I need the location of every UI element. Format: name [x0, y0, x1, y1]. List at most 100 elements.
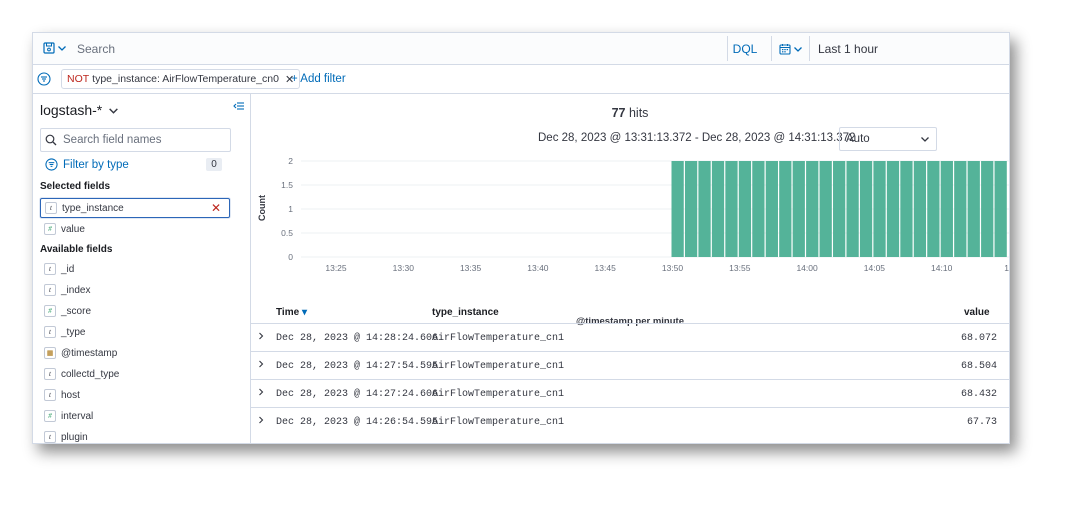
histogram-bar[interactable] [779, 161, 792, 257]
histogram-bar[interactable] [886, 161, 900, 257]
date-range-display[interactable]: Last 1 hour [809, 36, 1009, 61]
histogram-bar[interactable] [792, 161, 805, 257]
chevron-right-icon[interactable] [257, 388, 265, 396]
histogram-bar[interactable] [859, 161, 873, 257]
available-field-collectd-type[interactable]: t collectd_type [40, 365, 228, 383]
histogram-bar[interactable] [981, 161, 994, 257]
histogram-bar[interactable] [873, 161, 886, 257]
chevron-right-icon[interactable] [257, 360, 265, 368]
histogram-bar[interactable] [752, 161, 765, 257]
histogram-bar[interactable] [806, 161, 819, 257]
x-tick-label: 13:30 [393, 263, 415, 273]
chevron-right-icon[interactable] [257, 416, 265, 424]
calendar-icon [779, 43, 791, 55]
filter-count-badge: 0 [206, 158, 222, 171]
cell-type-instance: AirFlowTemperature_cn1 [432, 417, 565, 428]
available-fields-title: Available fields [40, 244, 113, 255]
cell-time: Dec 28, 2023 @ 14:28:24.606 [276, 333, 439, 344]
date-picker-button[interactable] [771, 36, 810, 61]
filter-icon[interactable] [37, 72, 51, 86]
hits-counter: 77 hits [251, 106, 1009, 120]
string-type-icon: t [45, 202, 57, 214]
add-filter-button[interactable]: + Add filter [291, 73, 346, 85]
filter-pill[interactable]: NOT type_instance: AirFlowTemperature_cn… [61, 69, 301, 89]
save-icon [43, 42, 55, 54]
histogram-bar[interactable] [833, 161, 846, 257]
histogram-bar[interactable] [954, 161, 967, 257]
histogram-bar[interactable] [698, 161, 711, 257]
string-type-icon: t [44, 389, 56, 401]
available-field-timestamp[interactable]: ▦ @timestamp [40, 344, 228, 362]
field-search-box [40, 128, 231, 152]
available-field-id[interactable]: t _id [40, 260, 228, 278]
available-field-plugin[interactable]: t plugin [40, 428, 228, 443]
cell-value: 68.432 [960, 389, 997, 400]
chevron-down-icon [109, 107, 119, 114]
histogram-bar[interactable] [994, 161, 1007, 257]
string-type-icon: t [44, 431, 56, 443]
histogram-bar[interactable] [819, 161, 832, 257]
index-pattern-selector[interactable]: logstash-* [40, 102, 119, 118]
cell-time: Dec 28, 2023 @ 14:26:54.595 [276, 417, 439, 428]
histogram-bar[interactable] [684, 161, 698, 257]
x-tick-label: 14:10 [931, 263, 953, 273]
available-field-index[interactable]: t _index [40, 281, 228, 299]
x-tick-label: 13:40 [527, 263, 549, 273]
histogram-bar[interactable] [725, 161, 738, 257]
y-axis-label: Count [257, 195, 267, 221]
table-row[interactable]: Dec 28, 2023 @ 14:27:54.595 AirFlowTempe… [251, 351, 1009, 380]
table-row[interactable]: Dec 28, 2023 @ 14:27:24.606 AirFlowTempe… [251, 379, 1009, 408]
histogram-bar[interactable] [940, 161, 953, 257]
field-search-input[interactable] [61, 133, 225, 147]
field-name: _type [61, 326, 86, 338]
number-type-icon: # [44, 410, 56, 422]
filter-by-type-label: Filter by type [63, 158, 129, 171]
hits-count: 77 [611, 106, 626, 120]
saved-query-button[interactable] [39, 38, 71, 58]
histogram-bar[interactable] [765, 161, 778, 257]
cell-value: 68.504 [960, 361, 997, 372]
discover-window: DQL Last 1 hour NOT type_instance: AirFl… [32, 32, 1010, 444]
chevron-right-icon[interactable] [257, 332, 265, 340]
available-field-type[interactable]: t _type [40, 323, 228, 341]
field-sidebar: logstash-* Filter by type 0 Selected fie… [33, 94, 251, 443]
y-tick-label: 1 [288, 204, 293, 214]
column-header-value[interactable]: value [964, 307, 990, 318]
column-header-type-instance[interactable]: type_instance [432, 307, 499, 318]
filter-pill-text: type_instance: AirFlowTemperature_cn0 [92, 73, 279, 85]
cell-type-instance: AirFlowTemperature_cn1 [432, 333, 565, 344]
available-field-host[interactable]: t host [40, 386, 228, 404]
table-row[interactable]: Dec 28, 2023 @ 14:26:54.595 AirFlowTempe… [251, 407, 1009, 436]
x-tick-label: 13:45 [595, 263, 617, 273]
cell-type-instance: AirFlowTemperature_cn1 [432, 361, 565, 372]
x-tick-label: 14:05 [864, 263, 886, 273]
y-tick-label: 0.5 [281, 228, 293, 238]
column-header-time[interactable]: Time ▾ [276, 307, 307, 318]
histogram-bar[interactable] [927, 161, 940, 257]
field-name: @timestamp [61, 347, 118, 359]
remove-field-icon[interactable]: ✕ [211, 201, 221, 215]
histogram-bar[interactable] [738, 161, 752, 257]
search-input[interactable] [75, 40, 727, 57]
histogram-bar[interactable] [967, 161, 980, 257]
collapse-sidebar-icon[interactable] [233, 100, 245, 112]
field-name: _score [61, 305, 92, 317]
selected-field-value[interactable]: # value [40, 220, 228, 238]
available-field-score[interactable]: # _score [40, 302, 228, 320]
available-field-interval[interactable]: # interval [40, 407, 228, 425]
y-tick-label: 0 [288, 252, 293, 262]
histogram-bar[interactable] [900, 161, 913, 257]
query-bar: DQL Last 1 hour [33, 33, 1009, 65]
interval-value: Auto [846, 133, 870, 145]
table-row[interactable]: Dec 28, 2023 @ 14:28:24.606 AirFlowTempe… [251, 323, 1009, 352]
hits-label: hits [628, 106, 649, 120]
histogram-bar[interactable] [671, 161, 684, 257]
query-language-button[interactable]: DQL [727, 36, 762, 61]
histogram-bar[interactable] [711, 161, 725, 257]
filter-by-type-button[interactable]: Filter by type [45, 158, 129, 171]
selected-field-type-instance[interactable]: t type_instance ✕ [40, 198, 230, 218]
histogram-bar[interactable] [846, 161, 859, 257]
y-tick-label: 2 [288, 156, 293, 166]
interval-select[interactable]: Auto [839, 127, 937, 151]
histogram-bar[interactable] [913, 161, 927, 257]
